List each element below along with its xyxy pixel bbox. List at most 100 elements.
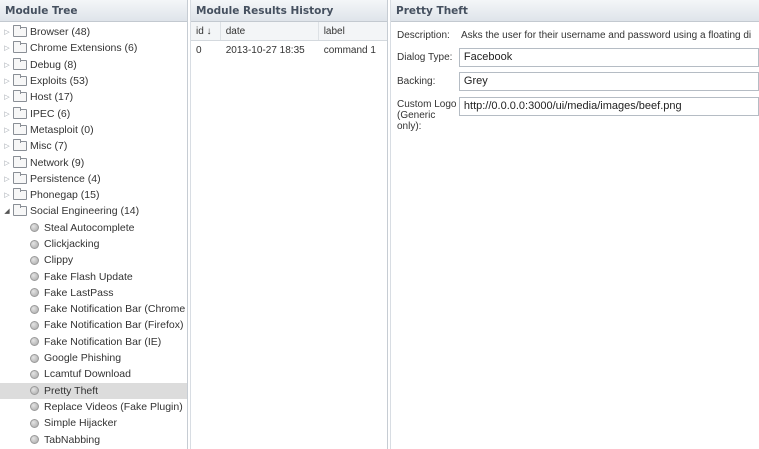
module-dot-icon — [30, 304, 39, 314]
tree-item-label: Pretty Theft — [44, 384, 99, 397]
tree-module[interactable]: Clippy — [0, 252, 187, 268]
tree-item-label: Social Engineering (14) — [30, 205, 140, 218]
module-dot-icon — [30, 435, 39, 445]
module-detail-panel: Pretty Theft Description: Asks the user … — [390, 0, 759, 449]
tree-item-label: Chrome Extensions (6) — [30, 42, 138, 55]
tree-module[interactable]: Fake Flash Update — [0, 268, 187, 284]
module-dot-icon — [30, 402, 39, 412]
history-cell-id: 0 — [196, 45, 202, 56]
triangle-right-icon[interactable]: ▷ — [2, 191, 12, 199]
results-history-panel: Module Results History id ↓ date label 0… — [190, 0, 388, 449]
tree-item-label: Phonegap (15) — [30, 189, 100, 202]
tree-folder[interactable]: ▷ Network (9) — [0, 154, 187, 170]
custom-logo-input[interactable]: http://0.0.0.0:3000/ui/media/images/beef… — [458, 97, 759, 116]
tree-module[interactable]: TabNabbing — [0, 431, 187, 447]
module-dot-icon — [30, 369, 39, 379]
custom-logo-row: Custom Logo (Generic only): http://0.0.0… — [391, 91, 759, 132]
folder-icon — [13, 57, 27, 70]
triangle-right-icon[interactable]: ▷ — [2, 175, 12, 183]
tree-module[interactable]: Lcamtuf Download — [0, 366, 187, 382]
tree-folder[interactable]: ▷ Browser (48) — [0, 24, 187, 40]
tree-module[interactable]: Clickjacking — [0, 236, 187, 252]
tree-item-label: Persistence (4) — [30, 172, 101, 185]
module-dot-icon — [30, 288, 39, 298]
folder-icon — [13, 188, 27, 201]
tree-folder[interactable]: ▷ Chrome Extensions (6) — [0, 40, 187, 56]
tree-module[interactable]: Fake LastPass — [0, 285, 187, 301]
tree-item-label: Fake Notification Bar (IE) — [44, 335, 162, 348]
dialog-type-row: Dialog Type: Facebook — [391, 41, 759, 67]
tree-folder[interactable]: ▷ IPEC (6) — [0, 105, 187, 121]
column-header-date[interactable]: date — [221, 22, 319, 40]
history-row[interactable]: 0 2013-10-27 18:35 command 1 — [191, 41, 387, 60]
folder-icon — [13, 204, 27, 217]
tree-item-label: Replace Videos (Fake Plugin) — [44, 400, 183, 413]
module-detail-header: Pretty Theft — [391, 0, 759, 22]
module-dot-icon — [30, 272, 39, 282]
history-cell-date: 2013-10-27 18:35 — [225, 45, 305, 56]
tree-folder[interactable]: ▷ Misc (7) — [0, 138, 187, 154]
tree-folder[interactable]: ▷ Phonegap (15) — [0, 187, 187, 203]
triangle-right-icon[interactable]: ▷ — [2, 28, 12, 36]
module-dot-icon — [30, 255, 39, 265]
column-header-label[interactable]: label — [319, 22, 387, 40]
triangle-right-icon[interactable]: ▷ — [2, 159, 12, 167]
triangle-right-icon[interactable]: ▷ — [2, 142, 12, 150]
tree-item-label: Host (17) — [30, 91, 74, 104]
backing-input[interactable]: Grey — [458, 72, 759, 91]
tree-item-label: Browser (48) — [30, 26, 91, 39]
tree-module[interactable]: Steal Autocomplete — [0, 220, 187, 236]
tree-item-label: Fake LastPass — [44, 286, 114, 299]
backing-label: Backing: — [397, 76, 436, 87]
folder-icon — [13, 171, 27, 184]
tree-item-label: Simple Hijacker — [44, 417, 117, 430]
backing-row: Backing: Grey — [391, 67, 759, 91]
tree-module[interactable]: Google Phishing — [0, 350, 187, 366]
description-value: Asks the user for their username and pas… — [461, 30, 752, 41]
results-history-header: Module Results History — [191, 0, 387, 22]
module-dot-icon — [30, 386, 39, 396]
tree-folder[interactable]: ▷ Host (17) — [0, 89, 187, 105]
tree-item-label: Fake Notification Bar (Firefox) — [44, 319, 184, 332]
module-dot-icon — [30, 239, 39, 249]
column-header-id[interactable]: id ↓ — [191, 22, 221, 40]
folder-icon — [13, 90, 27, 103]
tree-item-label: Steal Autocomplete — [44, 221, 135, 234]
tree-module[interactable]: Replace Videos (Fake Plugin) — [0, 399, 187, 415]
module-tree-list: ▷ Browser (48) ▷ Chrome Extensions (6) ▷ Debu… — [0, 22, 187, 448]
tree-item-label: Metasploit (0) — [30, 123, 94, 136]
tree-folder[interactable]: ▷ Debug (8) — [0, 57, 187, 73]
tree-item-label: TabNabbing — [44, 433, 101, 446]
dialog-type-input[interactable]: Facebook — [458, 48, 759, 67]
triangle-down-icon[interactable]: ◢ — [2, 207, 12, 215]
tree-folder[interactable]: ▷ Metasploit (0) — [0, 122, 187, 138]
triangle-right-icon[interactable]: ▷ — [2, 110, 12, 118]
tree-item-label: Lcamtuf Download — [44, 368, 131, 381]
tree-module[interactable]: Simple Hijacker — [0, 415, 187, 431]
tree-module[interactable]: Fake Notification Bar (Chrome — [0, 301, 187, 317]
triangle-right-icon[interactable]: ▷ — [2, 126, 12, 134]
module-dot-icon — [30, 353, 39, 363]
tree-module[interactable]: Pretty Theft — [0, 382, 187, 399]
tree-item-label: IPEC (6) — [30, 107, 71, 120]
tree-item-label: Fake Notification Bar (Chrome — [44, 303, 186, 316]
module-tree-panel: Module Tree ▷ Browser (48) ▷ Chrome Extensi… — [0, 0, 188, 449]
module-tree-header: Module Tree — [0, 0, 187, 22]
description-row: Description: Asks the user for their use… — [391, 22, 759, 41]
tree-item-label: Google Phishing — [44, 352, 122, 365]
tree-module[interactable]: Fake Notification Bar (Firefox) — [0, 317, 187, 333]
folder-icon — [13, 155, 27, 168]
tree-item-label: Network (9) — [30, 156, 85, 169]
module-dot-icon — [30, 418, 39, 428]
folder-icon — [13, 106, 27, 119]
tree-folder[interactable]: ▷ Persistence (4) — [0, 171, 187, 187]
module-dot-icon — [30, 223, 39, 233]
tree-folder[interactable]: ◢ Social Engineering (14) — [0, 203, 187, 219]
description-label: Description: — [397, 30, 450, 41]
tree-module[interactable]: Fake Notification Bar (IE) — [0, 334, 187, 350]
triangle-right-icon[interactable]: ▷ — [2, 44, 12, 52]
triangle-right-icon[interactable]: ▷ — [2, 93, 12, 101]
tree-folder[interactable]: ▷ Exploits (53) — [0, 73, 187, 89]
triangle-right-icon[interactable]: ▷ — [2, 77, 12, 85]
triangle-right-icon[interactable]: ▷ — [2, 61, 12, 69]
